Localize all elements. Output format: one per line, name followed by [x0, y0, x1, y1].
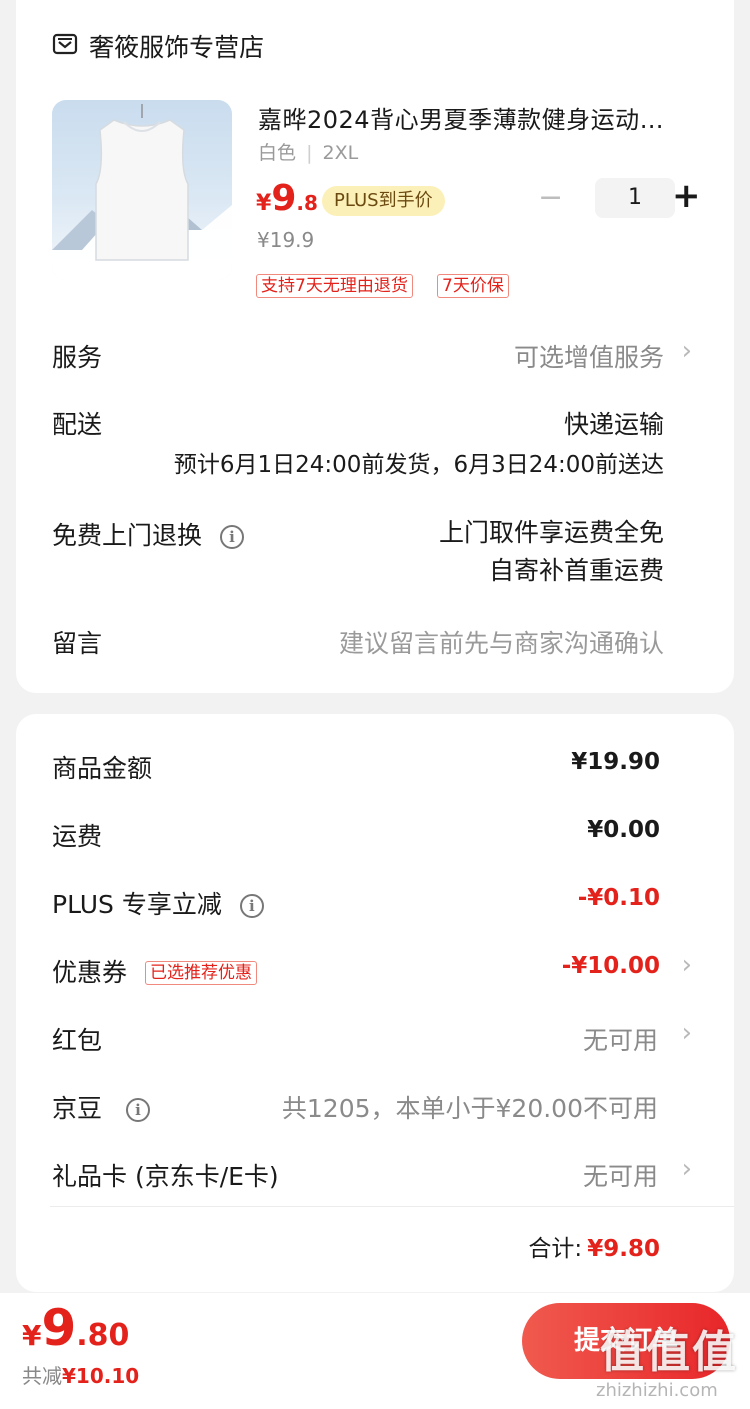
- return-policy-tag: 支持7天无理由退货: [256, 274, 413, 298]
- price-decimal: .8: [296, 191, 318, 215]
- free-return-label: 免费上门退换 i: [52, 516, 244, 552]
- jingdou-text: 京豆: [52, 1094, 103, 1123]
- plus-discount-value: -¥0.10: [577, 885, 660, 911]
- spec-divider: |: [306, 142, 313, 164]
- price-protect-tag: 7天价保: [437, 274, 509, 298]
- coupon-label: 优惠券 已选推荐优惠: [52, 953, 257, 989]
- qty-minus-button[interactable]: −: [538, 180, 563, 215]
- service-label: 服务: [52, 343, 103, 372]
- info-icon[interactable]: i: [125, 1098, 150, 1122]
- delivery-label: 配送: [52, 410, 103, 439]
- qty-input[interactable]: 1: [595, 178, 675, 218]
- product-image[interactable]: [52, 100, 232, 280]
- total-label: 合计:: [528, 1236, 583, 1262]
- bottom-saved-value: ¥10.10: [62, 1364, 140, 1388]
- chevron-right-icon[interactable]: ›: [682, 336, 692, 366]
- bottom-saved: 共减¥10.10: [22, 1360, 139, 1389]
- price-integer: 9: [271, 178, 297, 219]
- bottom-saved-label: 共减: [22, 1364, 62, 1388]
- free-return-text: 免费上门退换: [52, 521, 203, 550]
- product-price: ¥9.8: [256, 178, 318, 219]
- watermark-logo: 值值值: [600, 1316, 738, 1380]
- total-value: ¥9.80: [587, 1236, 660, 1262]
- return-line-1: 上门取件享运费全免: [438, 518, 664, 547]
- bottom-price-symbol: ¥: [22, 1319, 42, 1352]
- bottom-price-integer: 9: [41, 1299, 77, 1357]
- product-spec[interactable]: 白色 | 2XL: [258, 138, 358, 165]
- store-icon: [52, 31, 78, 61]
- redpacket-value[interactable]: 无可用: [583, 1021, 658, 1057]
- total-row: 合计: ¥9.80: [528, 1229, 660, 1263]
- delivery-eta: 预计6月1日24:00前发货，6月3日24:00前送达: [173, 452, 664, 478]
- coupon-text: 优惠券: [52, 958, 128, 987]
- service-value[interactable]: 可选增值服务: [514, 338, 664, 374]
- chevron-right-icon[interactable]: ›: [682, 1154, 692, 1184]
- return-line-2: 自寄补首重运费: [488, 556, 664, 585]
- chevron-right-icon[interactable]: ›: [682, 950, 692, 980]
- message-input[interactable]: 建议留言前先与商家沟通确认: [339, 624, 664, 660]
- spec-color: 白色: [258, 142, 297, 164]
- jingdou-value: 共1205，本单小于¥20.00不可用: [281, 1094, 658, 1123]
- coupon-value[interactable]: -¥10.00: [562, 953, 660, 979]
- original-price: ¥19.9: [257, 228, 315, 252]
- store-header[interactable]: 奢筱服饰专营店: [52, 28, 264, 64]
- info-icon[interactable]: i: [219, 525, 244, 549]
- summary-divider: [50, 1206, 734, 1207]
- info-icon[interactable]: i: [239, 894, 264, 918]
- qty-plus-button[interactable]: +: [672, 176, 701, 216]
- redpacket-label: 红包: [52, 1026, 103, 1055]
- coupon-recommended-tag: 已选推荐优惠: [144, 961, 257, 985]
- delivery-method[interactable]: 快递运输: [564, 405, 664, 441]
- chevron-right-icon[interactable]: ›: [682, 1018, 692, 1048]
- bottom-total-price: ¥9.80: [22, 1299, 129, 1357]
- goods-amount-value: ¥19.90: [571, 749, 660, 775]
- order-card: 奢筱服饰专营店 嘉晔2024背心男夏季薄款健身运动… 白色 | 2XL ¥9.8…: [16, 0, 734, 693]
- plus-discount-text: PLUS 专享立减: [52, 890, 222, 919]
- watermark-url: zhizhizhi.com: [596, 1380, 718, 1401]
- plus-discount-label: PLUS 专享立减 i: [52, 885, 264, 921]
- price-symbol: ¥: [256, 191, 272, 216]
- plus-price-badge: PLUS到手价: [322, 186, 445, 216]
- bottom-price-decimal: .80: [76, 1318, 130, 1353]
- watermark-text: 值值值: [600, 1327, 738, 1378]
- shipping-label: 运费: [52, 822, 103, 851]
- store-name: 奢筱服饰专营店: [89, 33, 265, 62]
- goods-amount-label: 商品金额: [52, 754, 153, 783]
- message-label: 留言: [52, 629, 103, 658]
- spec-size: 2XL: [322, 142, 359, 164]
- price-summary-card: 商品金额 ¥19.90 运费 ¥0.00 PLUS 专享立减 i -¥0.10 …: [16, 714, 734, 1292]
- jingdou-label: 京豆 i: [52, 1089, 150, 1125]
- product-title[interactable]: 嘉晔2024背心男夏季薄款健身运动…: [258, 100, 664, 135]
- giftcard-label: 礼品卡 (京东卡/E卡): [52, 1162, 279, 1191]
- shipping-value: ¥0.00: [587, 817, 660, 843]
- giftcard-value[interactable]: 无可用: [583, 1157, 658, 1193]
